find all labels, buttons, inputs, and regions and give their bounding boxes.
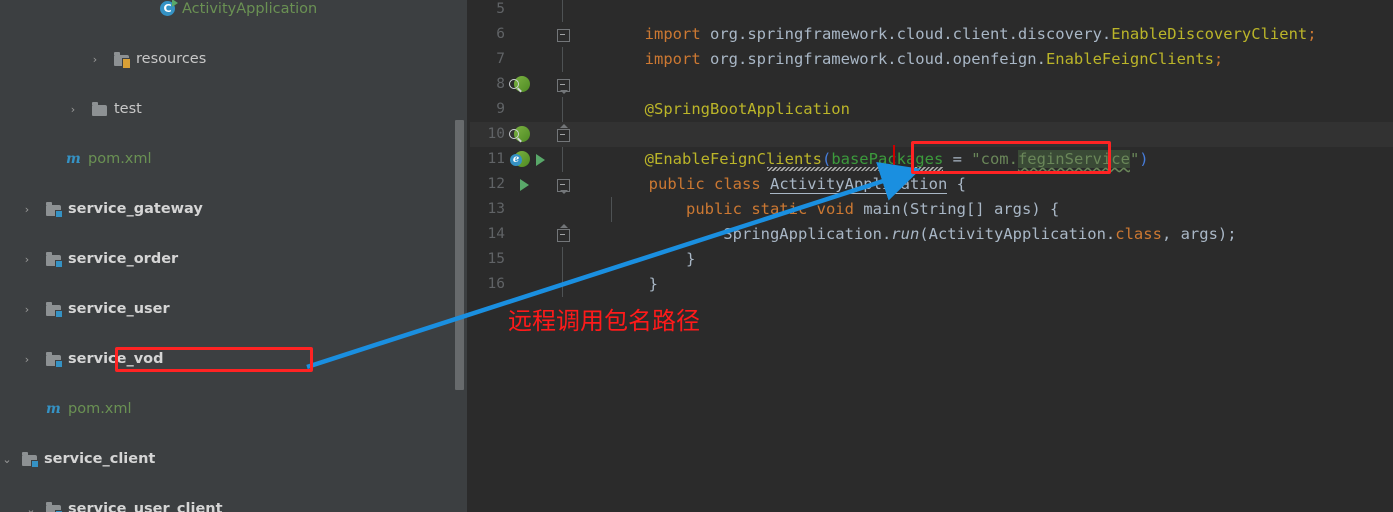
run-application-icon[interactable] bbox=[536, 154, 545, 166]
module-folder-icon bbox=[46, 502, 63, 512]
fold-handle[interactable] bbox=[557, 124, 570, 142]
ide-window: C ActivityApplication › resources › test… bbox=[0, 0, 1393, 512]
code-line-12[interactable]: 12 public static void main(String[] args… bbox=[470, 172, 1393, 218]
line-number: 10 bbox=[487, 126, 505, 142]
fold-handle[interactable] bbox=[557, 79, 570, 94]
line-number: 6 bbox=[496, 26, 505, 42]
tree-row-label: service_user bbox=[68, 301, 170, 317]
tree-row-label: test bbox=[114, 101, 142, 117]
code-line-5[interactable]: 5 import org.springframework.cloud.clien… bbox=[470, 0, 1393, 43]
tree-row-test-1[interactable]: › test bbox=[0, 97, 467, 122]
code-line-16[interactable]: 16 bbox=[470, 272, 1393, 297]
folder-icon bbox=[92, 102, 108, 117]
tree-row-label: service_user_client bbox=[68, 501, 223, 512]
tree-row-pom-2[interactable]: m pom.xml bbox=[0, 397, 467, 422]
fold-handle[interactable] bbox=[557, 179, 570, 194]
chevron-right-icon[interactable]: › bbox=[20, 197, 34, 222]
code-line-13[interactable]: 13 SpringApplication.run(ActivityApplica… bbox=[470, 197, 1393, 243]
fold-handle[interactable] bbox=[557, 224, 570, 242]
run-method-icon[interactable] bbox=[520, 179, 529, 191]
tree-row-service-client[interactable]: ⌄ service_client bbox=[0, 447, 467, 472]
code-line-8[interactable]: 8 @SpringBootApplication bbox=[470, 72, 1393, 118]
module-folder-icon bbox=[46, 302, 63, 318]
code-line-15[interactable]: 15 } bbox=[470, 247, 1393, 293]
project-tool-window[interactable]: C ActivityApplication › resources › test… bbox=[0, 0, 467, 512]
tree-row-label: pom.xml bbox=[68, 401, 132, 417]
maven-icon: m bbox=[66, 151, 81, 167]
line-number: 5 bbox=[496, 1, 505, 17]
line-number: 14 bbox=[487, 226, 505, 242]
tree-row-label: pom.xml bbox=[88, 151, 152, 167]
line-number: 8 bbox=[496, 76, 505, 92]
chevron-right-icon[interactable]: › bbox=[66, 97, 80, 122]
resources-folder-icon bbox=[114, 52, 131, 69]
code-editor[interactable]: 5 import org.springframework.cloud.clien… bbox=[470, 0, 1393, 512]
code-line-6[interactable]: 6 import org.springframework.cloud.openf… bbox=[470, 22, 1393, 68]
code-line-14[interactable]: 14 } bbox=[470, 222, 1393, 268]
tree-row-label: resources bbox=[136, 51, 207, 67]
line-number: 15 bbox=[487, 251, 505, 267]
chevron-down-icon[interactable]: ⌄ bbox=[0, 447, 14, 472]
line-number: 12 bbox=[487, 176, 505, 192]
tree-row-activityapplication[interactable]: C ActivityApplication bbox=[0, 0, 467, 22]
fold-handle[interactable] bbox=[557, 29, 570, 42]
module-folder-icon bbox=[22, 452, 39, 468]
tree-row-label: service_client bbox=[44, 451, 156, 467]
chevron-right-icon[interactable]: › bbox=[20, 297, 34, 322]
line-number: 7 bbox=[496, 51, 505, 67]
highlight-box-basepackages-string bbox=[911, 141, 1111, 174]
line-number: 13 bbox=[487, 201, 505, 217]
module-folder-icon bbox=[46, 202, 63, 218]
tree-row-pom-1[interactable]: m pom.xml bbox=[0, 147, 467, 172]
code-line-7[interactable]: 7 bbox=[470, 47, 1393, 72]
annotation-note-text: 远程调用包名路径 bbox=[508, 307, 700, 335]
line-number: 16 bbox=[487, 276, 505, 292]
tree-vertical-scrollbar[interactable] bbox=[455, 120, 464, 390]
highlight-box-package-node bbox=[115, 347, 313, 372]
chevron-right-icon[interactable]: › bbox=[20, 247, 34, 272]
maven-icon: m bbox=[46, 401, 61, 417]
tree-row-service-order[interactable]: › service_order bbox=[0, 247, 467, 272]
tree-row-resources-1[interactable]: › resources bbox=[0, 47, 467, 72]
module-folder-icon bbox=[46, 252, 63, 268]
chevron-right-icon[interactable]: › bbox=[88, 47, 102, 72]
module-folder-icon bbox=[46, 352, 63, 368]
code-line-9[interactable]: 9 @EnableDiscoveryClient bbox=[470, 97, 1393, 143]
java-class-icon: C bbox=[160, 0, 178, 16]
tree-row-label: ActivityApplication bbox=[182, 1, 318, 17]
text-caret bbox=[893, 145, 895, 166]
tree-row-service-gateway[interactable]: › service_gateway bbox=[0, 197, 467, 222]
line-number: 9 bbox=[496, 101, 505, 117]
chevron-right-icon[interactable]: › bbox=[20, 347, 34, 372]
tree-row-label: service_order bbox=[68, 251, 179, 267]
tree-row-label: service_gateway bbox=[68, 201, 203, 217]
tree-row-service-user-client[interactable]: ⌄ service_user_client bbox=[0, 497, 467, 512]
tree-row-service-user[interactable]: › service_user bbox=[0, 297, 467, 322]
line-number: 11 bbox=[487, 151, 505, 167]
chevron-down-icon[interactable]: ⌄ bbox=[24, 497, 38, 512]
